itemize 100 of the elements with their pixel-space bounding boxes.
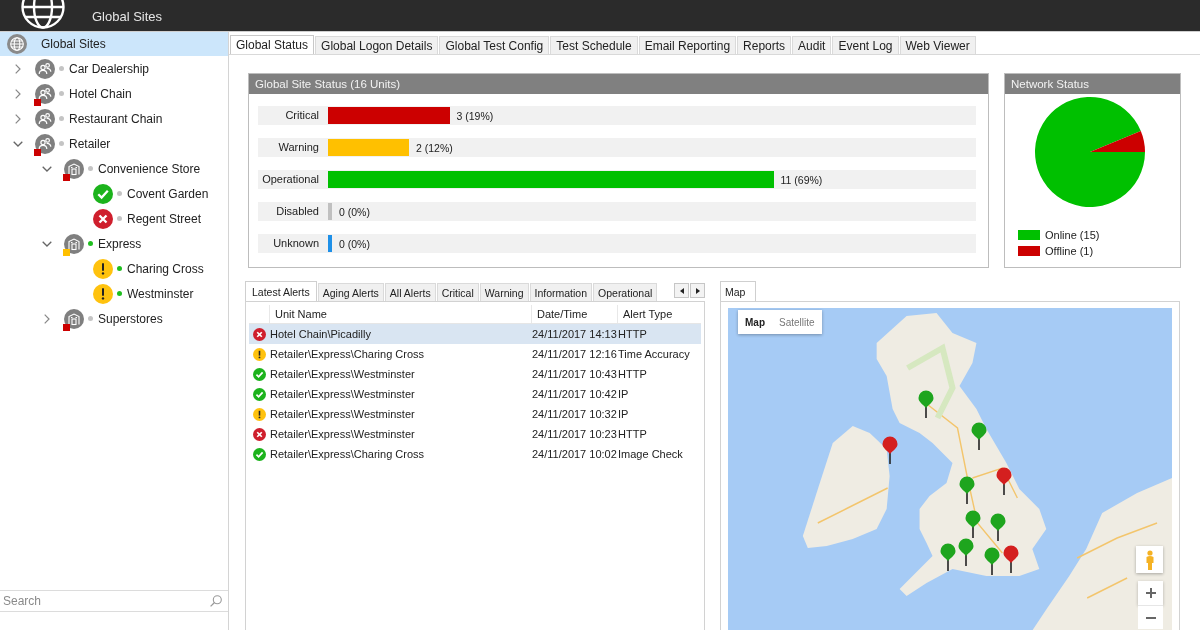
exclamation-circle-icon [252, 347, 266, 361]
table-cell-text: Retailer\Express\Westminster [269, 428, 416, 440]
people-icon [35, 83, 55, 104]
caret-right-icon [695, 287, 700, 294]
map-pin-icon[interactable] [882, 436, 898, 464]
table-row[interactable]: Retailer\Express\Charing Cross 24/11/2017 12:16Time Accuracy [249, 344, 701, 364]
status-label: Disabled [258, 202, 328, 221]
status-reading: 3 (19%) [456, 109, 494, 122]
tab[interactable]: Latest Alerts [245, 281, 317, 301]
chevron-right-icon[interactable] [15, 63, 21, 74]
column-header[interactable]: Alert Type [617, 305, 701, 323]
table-cell: 24/11/2017 10:43 [531, 368, 617, 380]
table-cell: 24/11/2017 14:13 [531, 328, 617, 340]
tab[interactable]: Map [720, 281, 757, 301]
zoom-in-button[interactable] [1138, 581, 1163, 605]
table-row[interactable]: Retailer\Express\Westminster 24/11/2017 10:32IP [249, 404, 701, 424]
tree-item[interactable]: Westminster [0, 281, 228, 306]
column-header[interactable]: Unit Name [269, 305, 531, 323]
scroll-right-button[interactable] [690, 283, 705, 298]
panel-title: Global Site Status (16 Units) [249, 74, 988, 94]
table-cell: 24/11/2017 10:23 [531, 428, 617, 440]
map-pin-icon[interactable] [959, 476, 975, 504]
table-row[interactable]: Retailer\Express\Westminster 24/11/2017 10:43HTTP [249, 364, 701, 384]
tab[interactable]: Event Log [832, 36, 899, 54]
table-cell-text: Hotel Chain\Picadilly [269, 328, 372, 340]
exclamation-circle-icon [93, 283, 113, 304]
legend-label: Online (15) [1045, 229, 1100, 241]
status-reading: 0 (0%) [339, 205, 370, 218]
map-pin-icon[interactable] [1003, 545, 1019, 573]
tab[interactable]: Operational [593, 283, 658, 301]
chevron-right-icon[interactable] [15, 113, 21, 124]
map-pin-icon[interactable] [984, 547, 1000, 575]
status-label: Warning [258, 138, 328, 157]
map-pin-icon[interactable] [958, 538, 974, 566]
chevron-right-icon[interactable] [15, 88, 21, 99]
tab[interactable]: Email Reporting [638, 36, 737, 54]
tab[interactable]: Information [529, 283, 593, 301]
tab[interactable]: Critical [436, 283, 479, 301]
map-pin-icon[interactable] [940, 543, 956, 571]
tab[interactable]: Global Status [230, 35, 315, 54]
map-pin-icon[interactable] [918, 390, 934, 418]
chevron-down-icon[interactable] [42, 240, 52, 247]
tree-item[interactable]: Global Sites [0, 32, 228, 56]
tree-item[interactable]: Retailer [0, 131, 228, 156]
tab[interactable]: All Alerts [384, 283, 436, 301]
person-icon [1144, 549, 1155, 570]
tab[interactable]: Audit [792, 36, 832, 54]
search-icon[interactable] [210, 595, 222, 607]
cross-circle-icon [93, 208, 113, 229]
chevron-down-icon[interactable] [42, 165, 52, 172]
tab[interactable]: Warning [479, 283, 529, 301]
tree-item[interactable]: Restaurant Chain [0, 106, 228, 131]
map-pin-icon[interactable] [965, 510, 981, 538]
table-row[interactable]: Retailer\Express\Westminster 24/11/2017 10:23HTTP [249, 424, 701, 444]
tab[interactable]: Web Viewer [899, 36, 976, 54]
tab[interactable]: Global Test Config [439, 36, 550, 54]
table-row[interactable]: Retailer\Express\Westminster 24/11/2017 10:42IP [249, 384, 701, 404]
tab[interactable]: Global Logon Details [315, 36, 439, 54]
search-field[interactable]: Search [3, 592, 210, 610]
tree-item[interactable]: Charing Cross [0, 256, 228, 281]
table-cell-text: Retailer\Express\Charing Cross [269, 448, 426, 460]
cross-circle-icon [252, 427, 266, 441]
tab[interactable]: Aging Alerts [317, 283, 384, 301]
table-cell-text: Retailer\Express\Westminster [269, 368, 416, 380]
caret-left-icon [679, 287, 684, 294]
table-cell-text: HTTP [617, 428, 648, 440]
tree-item[interactable]: Express [0, 231, 228, 256]
tree-item[interactable]: Car Dealership [0, 56, 228, 81]
table-cell-text: Image Check [617, 448, 684, 460]
building-icon [64, 158, 84, 179]
zoom-out-button[interactable] [1138, 605, 1163, 629]
table-row[interactable]: Retailer\Express\Charing Cross 24/11/2017 10:02Image Check [249, 444, 701, 464]
legend-label: Offline (1) [1045, 245, 1094, 257]
chevron-right-icon[interactable] [44, 313, 50, 324]
table-cell-text: IP [617, 388, 630, 400]
people-icon [35, 108, 55, 129]
chevron-down-icon[interactable] [13, 140, 23, 147]
exclamation-circle-icon [252, 407, 266, 421]
tree-item[interactable]: Hotel Chain [0, 81, 228, 106]
map-pin-icon[interactable] [996, 467, 1012, 495]
globe-icon [7, 34, 27, 54]
tree-item[interactable]: Convenience Store [0, 156, 228, 181]
map-pin-icon[interactable] [990, 513, 1006, 541]
map-type-button[interactable]: Map [738, 310, 772, 334]
status-label: Critical [258, 106, 328, 125]
scroll-left-button[interactable] [674, 283, 689, 298]
map-type-button[interactable]: Satellite [772, 310, 822, 334]
table-cell-text: Time Accuracy [617, 348, 691, 360]
tab[interactable]: Reports [737, 36, 792, 54]
tree-item[interactable]: Regent Street [0, 206, 228, 231]
map-pin-icon[interactable] [971, 422, 987, 450]
tab[interactable]: Test Schedule [550, 36, 638, 54]
building-icon [64, 233, 84, 254]
table-cell-text: HTTP [617, 368, 648, 380]
table-row[interactable]: Hotel Chain\Picadilly 24/11/2017 14:13HTTP [249, 324, 701, 344]
panel-title: Network Status [1005, 74, 1180, 94]
tree-item[interactable]: Superstores [0, 306, 228, 331]
minus-icon [1145, 616, 1156, 619]
tree-item[interactable]: Covent Garden [0, 181, 228, 206]
column-header[interactable]: Date/Time [531, 305, 617, 323]
